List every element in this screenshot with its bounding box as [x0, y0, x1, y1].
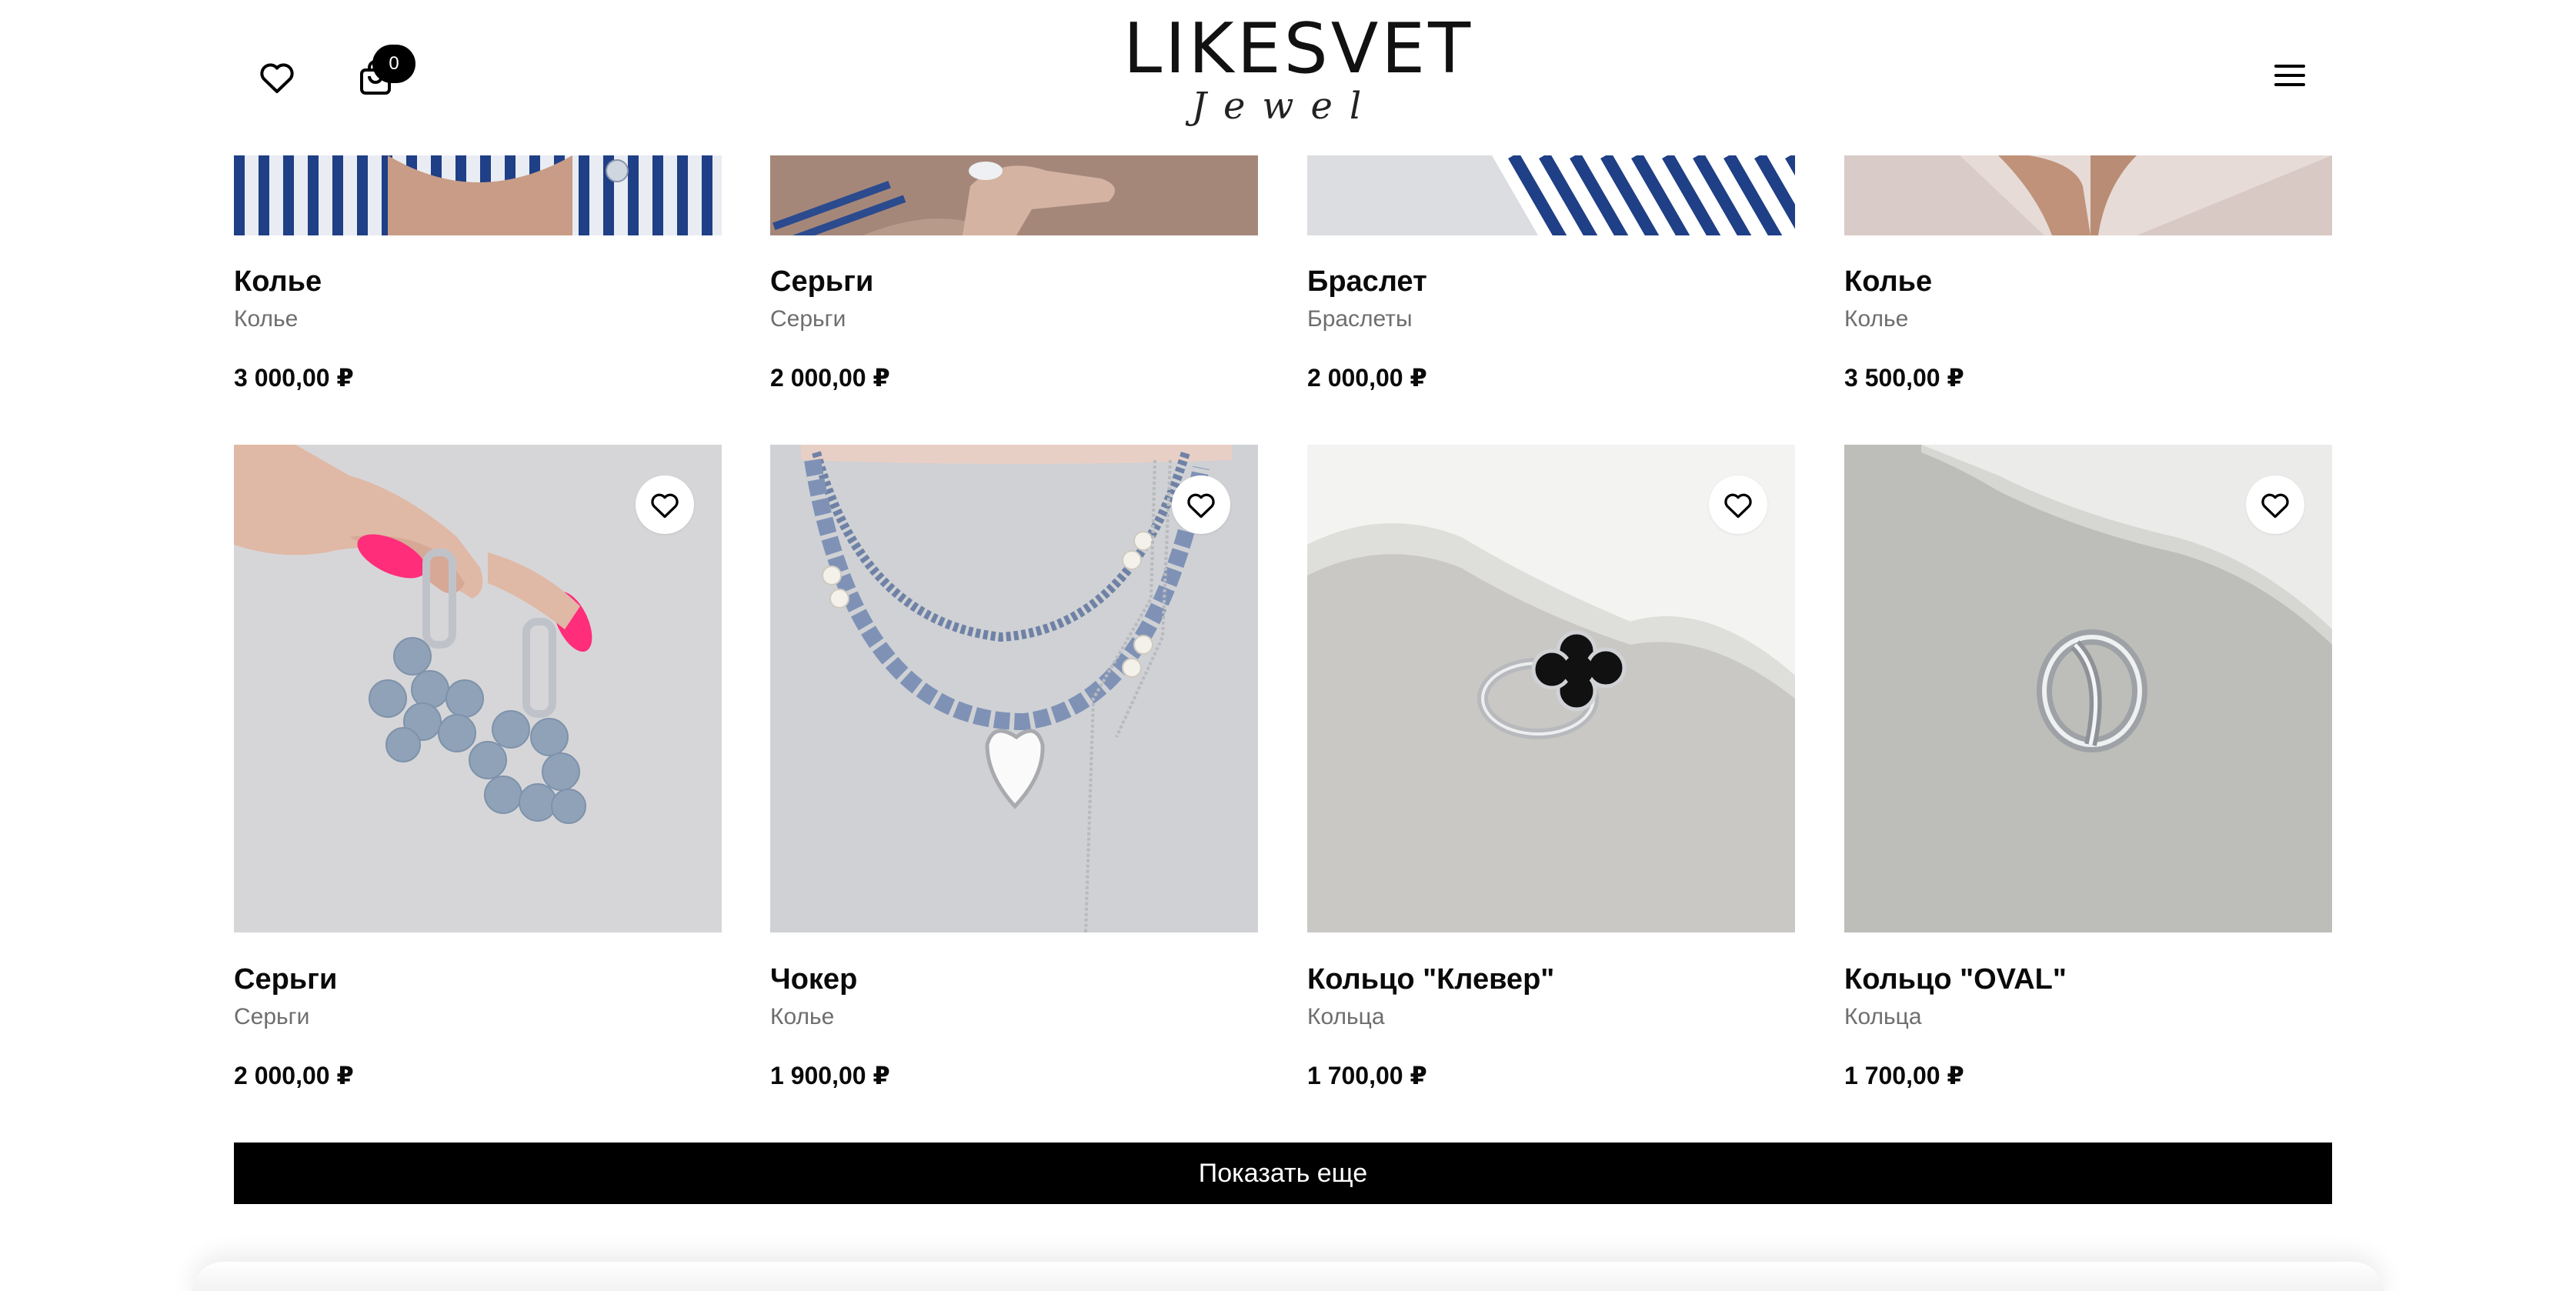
logo-subtitle: Jewel [1191, 85, 1379, 128]
product-title[interactable]: Колье [234, 265, 322, 299]
add-to-wishlist-button[interactable] [1172, 475, 1230, 534]
product-title[interactable]: Браслет [1307, 265, 1427, 299]
product-price: 1 700,00 ₽ [1307, 1062, 1427, 1089]
product-price: 1 900,00 ₽ [770, 1062, 890, 1089]
product-title[interactable]: Серьги [234, 962, 337, 996]
product-category: Серьги [234, 1004, 310, 1029]
product-price: 3 000,00 ₽ [234, 364, 354, 392]
logo-wordmark: LIKESVET [1123, 8, 1474, 89]
site-logo[interactable]: LIKESVET Jewel [1123, 8, 1474, 128]
product-image[interactable] [1307, 155, 1795, 235]
product-category: Кольца [1844, 1004, 1922, 1029]
product-image[interactable] [234, 155, 722, 235]
product-category: Колье [234, 306, 299, 332]
heart-icon [260, 63, 294, 93]
product-title[interactable]: Чокер [770, 962, 857, 996]
site-header: 0 LIKESVET Jewel [0, 0, 2576, 155]
heart-icon [1187, 493, 1215, 519]
product-title[interactable]: Кольцо "OVAL" [1844, 962, 2067, 996]
product-category: Серьги [770, 306, 846, 332]
product-category: Колье [1844, 306, 1909, 332]
heart-icon [2261, 493, 2289, 519]
product-title[interactable]: Серьги [770, 265, 873, 299]
product-price: 2 000,00 ₽ [1307, 364, 1427, 392]
product-title[interactable]: Колье [1844, 265, 1932, 299]
add-to-wishlist-button[interactable] [2246, 475, 2304, 534]
add-to-wishlist-button[interactable] [1709, 475, 1767, 534]
product-category: Браслеты [1307, 306, 1413, 332]
hamburger-menu-icon [2274, 65, 2305, 86]
product-price: 2 000,00 ₽ [234, 1062, 354, 1089]
favorites-link[interactable] [255, 55, 299, 98]
show-more-button[interactable]: Показать еще [234, 1143, 2332, 1204]
product-price: 1 700,00 ₽ [1844, 1062, 1964, 1089]
product-title[interactable]: Кольцо "Клевер" [1307, 962, 1554, 996]
product-image[interactable] [1844, 155, 2332, 235]
heart-icon [651, 493, 679, 519]
product-category: Кольца [1307, 1004, 1385, 1029]
heart-icon [1724, 493, 1752, 519]
product-category: Колье [770, 1004, 835, 1029]
product-price: 2 000,00 ₽ [770, 364, 890, 392]
menu-button[interactable] [2267, 58, 2313, 92]
product-image[interactable] [770, 155, 1258, 235]
footer-edge [192, 1262, 2384, 1291]
cart-count-badge: 0 [372, 45, 415, 83]
product-price: 3 500,00 ₽ [1844, 364, 1964, 392]
add-to-wishlist-button[interactable] [636, 475, 694, 534]
